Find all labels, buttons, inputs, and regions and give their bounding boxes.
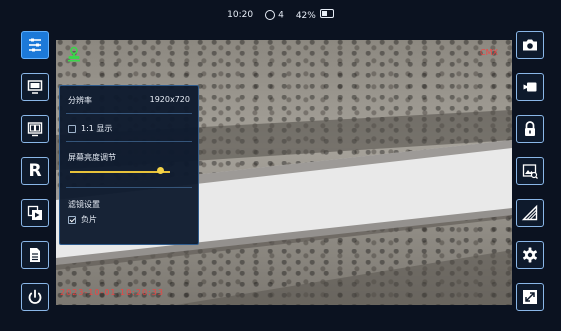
gear-icon (523, 247, 537, 263)
settings-button[interactable] (516, 241, 544, 269)
layout-button[interactable] (21, 115, 49, 143)
brightness-value: 4 (278, 10, 284, 21)
brightness-slider-thumb[interactable] (157, 167, 164, 174)
document-icon (30, 248, 40, 262)
brightness-label: 屏幕亮度调节 (68, 153, 116, 162)
measure-button[interactable] (516, 199, 544, 227)
files-button[interactable] (21, 241, 49, 269)
split-screen-icon (27, 122, 43, 137)
settings-sliders-button[interactable] (21, 31, 49, 59)
divider (66, 141, 192, 142)
video-camera-icon (523, 82, 537, 92)
monitor-icon (27, 80, 43, 94)
one-to-one-label: 1:1 显示 (81, 124, 113, 133)
battery-percent: 42% (295, 11, 316, 21)
lock-icon (525, 121, 535, 136)
overlay-timestamp: 2023-10-01 10:20:33 (60, 288, 164, 297)
settings-panel: 分辨率 1920x720 1:1 显示 屏幕亮度调节 滤镜设置 负片 (59, 85, 199, 245)
battery-indicator: 42% (296, 9, 334, 21)
app-frame: 10:20 4 42% CMX 2023-10-01 10:20:33 R 分辨… (0, 0, 561, 331)
camera-icon (523, 39, 537, 51)
negative-checkbox[interactable] (68, 215, 76, 224)
letter-r-icon: R (28, 161, 42, 181)
one-to-one-checkbox[interactable] (68, 124, 76, 133)
overlay-text-top: CMX (480, 48, 498, 57)
status-bar: 10:20 4 42% (0, 0, 561, 30)
fullscreen-button[interactable] (516, 283, 544, 311)
expand-icon (523, 290, 537, 304)
power-icon (28, 289, 42, 304)
sliders-icon (29, 38, 41, 52)
display-button[interactable] (21, 73, 49, 101)
brightness-slider-track[interactable] (70, 171, 170, 173)
resolution-row[interactable]: 分辨率 1920x720 (68, 95, 190, 106)
sun-icon (265, 9, 276, 20)
lock-button[interactable] (516, 115, 544, 143)
ruler-triangle-icon (521, 204, 538, 221)
power-button[interactable] (21, 283, 49, 311)
stamp-icon[interactable] (66, 46, 82, 62)
brightness-indicator: 4 (265, 9, 284, 21)
image-search-icon (522, 164, 538, 179)
record-button[interactable]: R (21, 157, 49, 185)
filter-label: 滤镜设置 (68, 200, 100, 209)
playback-button[interactable] (21, 199, 49, 227)
divider (66, 113, 192, 114)
video-record-button[interactable] (516, 73, 544, 101)
resolution-value: 1920x720 (149, 95, 190, 104)
divider (66, 187, 192, 188)
one-to-one-row[interactable]: 1:1 显示 (68, 123, 190, 134)
capture-photo-button[interactable] (516, 31, 544, 59)
clock-text: 10:20 (227, 10, 254, 20)
resolution-label: 分辨率 (68, 96, 92, 105)
battery-icon (319, 9, 334, 18)
negative-row[interactable]: 负片 (68, 214, 190, 225)
gallery-button[interactable] (516, 157, 544, 185)
media-play-icon (27, 205, 42, 220)
negative-label: 负片 (81, 215, 97, 224)
